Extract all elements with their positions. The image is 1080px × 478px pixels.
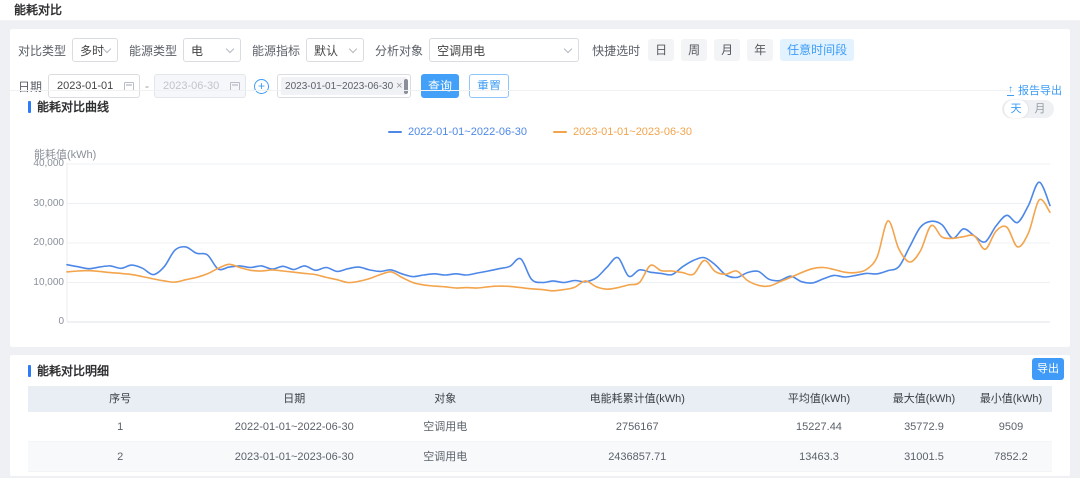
column-header: 电能耗累计值(kWh) <box>514 386 760 412</box>
table-cell: 7852.2 <box>970 442 1052 471</box>
page-title: 能耗对比 <box>0 0 1080 21</box>
table-cell: 31001.5 <box>878 442 970 471</box>
energy-compare-page: 能耗对比 对比类型多时间能源类型电能源指标默认分析对象空调用电 快捷选时 日周月… <box>0 0 1080 478</box>
table-export-button[interactable]: 导出 <box>1032 358 1064 380</box>
column-header: 序号 <box>28 386 212 412</box>
table-cell: 1 <box>28 412 212 441</box>
column-header: 平均值(kWh) <box>760 386 878 412</box>
table-row: 12022-01-01~2022-06-30空调用电275616715227.4… <box>28 412 1052 442</box>
table-cell: 35772.9 <box>878 412 970 441</box>
comparison-line-chart <box>10 29 1070 347</box>
table-cell: 2023-01-01~2023-06-30 <box>212 442 376 471</box>
table-cell: 2 <box>28 442 212 471</box>
page-header: 能耗对比 <box>0 0 1080 21</box>
table-cell: 空调用电 <box>376 442 514 471</box>
table-cell: 9509 <box>970 412 1052 441</box>
detail-table: 序号日期对象电能耗累计值(kWh)平均值(kWh)最大值(kWh)最小值(kWh… <box>28 386 1052 472</box>
series-line-2023 <box>67 199 1050 290</box>
column-header: 最小值(kWh) <box>970 386 1052 412</box>
section-accent-bar <box>28 365 31 377</box>
column-header: 日期 <box>212 386 376 412</box>
table-header-row: 序号日期对象电能耗累计值(kWh)平均值(kWh)最大值(kWh)最小值(kWh… <box>28 386 1052 412</box>
table-cell: 2436857.71 <box>514 442 760 471</box>
detail-section-header: 能耗对比明细 <box>28 362 109 379</box>
detail-section-title: 能耗对比明细 <box>37 362 109 379</box>
table-cell: 2756167 <box>514 412 760 441</box>
table-row: 22023-01-01~2023-06-30空调用电2436857.711346… <box>28 442 1052 472</box>
table-cell: 15227.44 <box>760 412 878 441</box>
filter-and-chart-panel: 对比类型多时间能源类型电能源指标默认分析对象空调用电 快捷选时 日周月年任意时间… <box>10 29 1070 347</box>
table-cell: 13463.3 <box>760 442 878 471</box>
table-cell: 空调用电 <box>376 412 514 441</box>
detail-table-panel: 能耗对比明细 导出 序号日期对象电能耗累计值(kWh)平均值(kWh)最大值(k… <box>10 355 1070 476</box>
column-header: 最大值(kWh) <box>878 386 970 412</box>
table-cell: 2022-01-01~2022-06-30 <box>212 412 376 441</box>
column-header: 对象 <box>376 386 514 412</box>
series-line-2022 <box>67 182 1050 283</box>
